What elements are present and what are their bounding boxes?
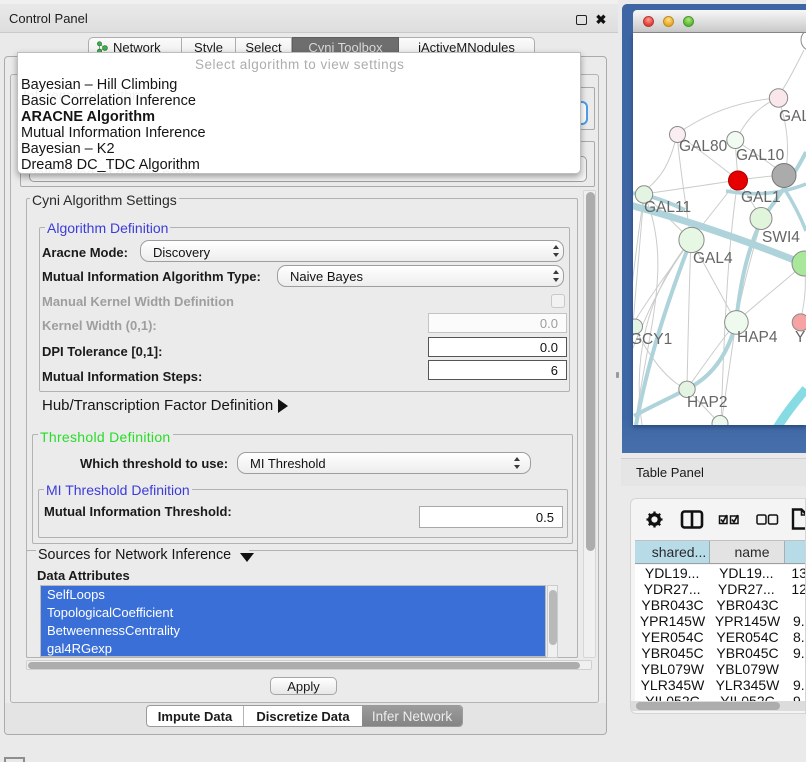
svg-text:Y: Y: [795, 329, 805, 346]
svg-text:GAL4: GAL4: [693, 250, 733, 267]
svg-text:HAP2: HAP2: [687, 394, 728, 411]
svg-text:GCY1: GCY1: [633, 331, 672, 348]
svg-text:GAL80: GAL80: [679, 138, 728, 155]
svg-text:HAP4: HAP4: [737, 329, 778, 346]
svg-text:SWI4: SWI4: [762, 229, 800, 246]
svg-text:GAL1: GAL1: [741, 189, 781, 206]
svg-text:GAL11: GAL11: [644, 199, 691, 216]
svg-text:GAL10: GAL10: [736, 147, 785, 164]
svg-text:GAL: GAL: [779, 108, 806, 125]
